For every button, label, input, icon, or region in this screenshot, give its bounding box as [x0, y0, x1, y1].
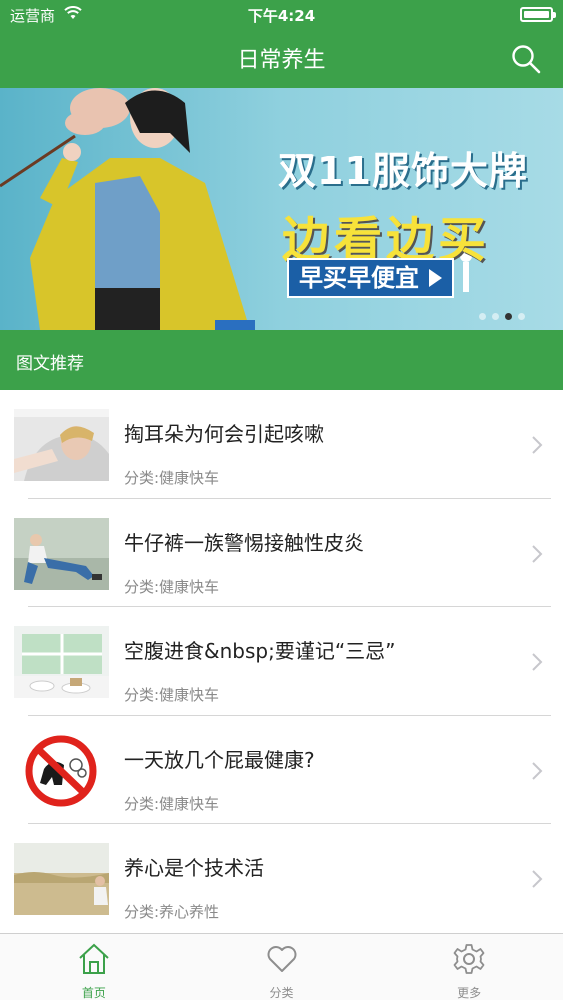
tab-more-label: 更多: [457, 986, 482, 1000]
tab-bar: 首页 分类 更多: [0, 933, 563, 1000]
chevron-right-icon: [532, 544, 543, 563]
promo-banner[interactable]: 双11服饰大牌 边看边买 早买早便宜: [0, 88, 563, 330]
list-item[interactable]: 掏耳朵为何会引起咳嗽 分类:健康快车: [0, 390, 563, 499]
search-icon[interactable]: [509, 42, 543, 76]
tab-home-label: 首页: [81, 986, 106, 1000]
page-dot[interactable]: [479, 313, 486, 320]
tab-home[interactable]: 首页: [0, 934, 188, 1000]
tab-category[interactable]: 分类: [188, 934, 376, 1000]
article-thumbnail: [14, 843, 109, 915]
app-header: 运营商 下午4:24 日常养生: [0, 0, 563, 88]
list-item[interactable]: 牛仔裤一族警惕接触性皮炎 分类:健康快车: [0, 499, 563, 607]
article-thumbnail: [14, 626, 109, 698]
article-thumbnail: [14, 409, 109, 481]
home-icon: [79, 943, 109, 974]
article-category: 分类:养心养性: [124, 903, 220, 921]
chevron-right-icon: [532, 653, 543, 671]
status-time: 下午4:24: [247, 7, 316, 25]
page-indicator[interactable]: [479, 313, 525, 320]
tab-category-label: 分类: [269, 986, 294, 1000]
chevron-right-icon: [532, 761, 543, 780]
article-title: 牛仔裤一族警惕接触性皮炎: [124, 530, 364, 555]
banner-headline: 双11服饰大牌: [278, 149, 528, 193]
play-arrow-icon: [429, 269, 442, 287]
article-thumbnail: [14, 517, 109, 590]
article-title: 一天放几个屁最健康?: [124, 747, 315, 772]
article-title: 养心是个技术活: [124, 856, 264, 880]
list-item[interactable]: 养心是个技术活 分类:养心养性: [0, 824, 563, 933]
chevron-right-icon: [532, 870, 543, 888]
gear-icon: [453, 944, 485, 974]
list-item[interactable]: 一天放几个屁最健康? 分类:健康快车: [0, 716, 563, 824]
article-title: 空腹进食&nbsp;要谨记“三忌”: [124, 639, 396, 663]
page-dot-active[interactable]: [505, 313, 512, 320]
status-bar: 运营商 下午4:24: [0, 0, 563, 30]
list-item[interactable]: 空腹进食&nbsp;要谨记“三忌” 分类:健康快车: [0, 607, 563, 716]
page-dot[interactable]: [518, 313, 525, 320]
article-category: 分类:健康快车: [124, 686, 220, 704]
article-category: 分类:健康快车: [124, 577, 220, 596]
no-farting-sign-icon: [14, 734, 109, 807]
tab-more[interactable]: 更多: [375, 934, 563, 1000]
heart-icon: [267, 946, 296, 972]
article-category: 分类:健康快车: [124, 794, 220, 813]
article-title: 掏耳朵为何会引起咳嗽: [124, 422, 324, 446]
article-list: 掏耳朵为何会引起咳嗽 分类:健康快车 牛仔裤一族警惕接触性皮炎 分类:健康快车: [0, 390, 563, 933]
banner-cta-button[interactable]: 早买早便宜: [287, 258, 454, 298]
article-category: 分类:健康快车: [124, 469, 220, 487]
section-header: 图文推荐: [0, 330, 563, 390]
battery-icon: [520, 7, 556, 22]
section-title: 图文推荐: [16, 354, 84, 374]
page-dot[interactable]: [492, 313, 499, 320]
banner-cta-label: 早买早便宜: [299, 264, 419, 292]
page-title: 日常养生: [237, 48, 326, 73]
chevron-right-icon: [532, 436, 543, 454]
